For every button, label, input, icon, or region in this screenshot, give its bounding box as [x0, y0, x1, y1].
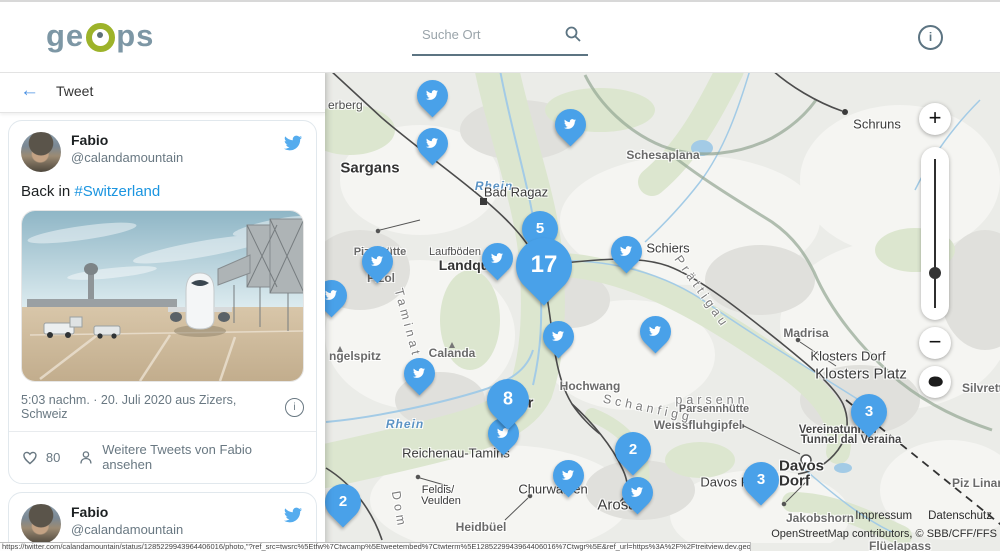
twitter-bird-icon	[425, 89, 439, 101]
map-place-label: Schruns	[853, 117, 901, 132]
zoom-out-button[interactable]: −	[919, 327, 951, 359]
search-box	[412, 16, 588, 56]
map-place-label: Bad Ragaz	[484, 185, 548, 200]
impressum-link[interactable]: Impressum	[855, 510, 912, 522]
tweet-meta: 5:03 nachm. · 20. Juli 2020 aus Zizers, …	[21, 393, 304, 421]
zoom-slider[interactable]	[921, 147, 949, 320]
avatar[interactable]	[21, 132, 61, 172]
map-place-label: Veulden	[421, 495, 461, 507]
cluster-count: 8	[503, 389, 513, 410]
tweet-info-icon[interactable]: i	[285, 398, 304, 417]
map-place-label: Rhein	[386, 417, 424, 431]
twitter-bird-icon	[370, 255, 384, 267]
twitter-bird-icon	[563, 118, 577, 130]
map-place-label: Schesaplana	[626, 148, 699, 162]
like-count[interactable]: 80	[46, 450, 60, 465]
hashtag-link[interactable]: #Switzerland	[74, 183, 160, 200]
sidebar-title: Tweet	[56, 83, 93, 99]
twitter-bird-icon	[412, 367, 426, 379]
geops-logo[interactable]: geps	[46, 18, 154, 54]
tweet-author: Fabio @calandamountain	[71, 504, 282, 537]
map-place-label: Flüelapass	[869, 539, 931, 551]
cable-car-button[interactable]	[919, 366, 951, 398]
map-place-label: ngelspitz	[329, 349, 381, 363]
tweet-sidebar: ← Tweet Fabio @calandamountain Back in #…	[0, 70, 325, 551]
info-icon[interactable]: i	[918, 25, 943, 50]
logo-text-ps: ps	[116, 18, 154, 54]
airport-photo-graphic	[22, 211, 304, 381]
map-place-label: Piz Linard	[952, 476, 1000, 490]
map-place-label: Heidbüel	[456, 520, 507, 534]
zoom-in-button[interactable]: +	[919, 103, 951, 135]
back-arrow-icon[interactable]: ←	[20, 80, 39, 102]
twitter-bird-icon	[630, 486, 644, 498]
twitter-bird-icon	[648, 325, 662, 337]
twitter-bird-icon	[551, 330, 565, 342]
map-place-label: erberg	[328, 98, 363, 112]
main-stage: erberg Sargans Rhein Bad Ragaz Schruns Schesa…	[0, 70, 1000, 551]
author-name[interactable]: Fabio	[71, 504, 282, 520]
tweet-actions: 80 Weitere Tweets von Fabio ansehen	[21, 442, 304, 472]
map-place-label: Madrisa	[783, 326, 828, 340]
avatar[interactable]	[21, 504, 61, 544]
geops-app: geps i	[0, 0, 1000, 551]
map-place-label: Weissfluhgipfel	[654, 418, 742, 432]
map-place-label: Reichenau-Tamins	[402, 446, 510, 461]
tweet-header: Fabio @calandamountain	[21, 132, 304, 172]
map-place-label: Dorf	[779, 473, 810, 490]
tweet-text: Back in #Switzerland	[21, 183, 304, 200]
map-footer-links: Impressum Datenschutz	[839, 510, 992, 522]
tweet-list: Fabio @calandamountain Back in #Switzerl…	[0, 113, 325, 551]
zoom-slider-handle[interactable]	[929, 267, 941, 279]
datenschutz-link[interactable]: Datenschutz	[928, 510, 992, 522]
map-place-label: Sargans	[340, 160, 399, 177]
logo-text-ge: ge	[46, 18, 84, 54]
cluster-count: 3	[865, 403, 873, 420]
author-handle[interactable]: @calandamountain	[71, 522, 282, 537]
twitter-bird-icon	[425, 137, 439, 149]
tweet-photo[interactable]	[21, 210, 304, 382]
map-place-label: Silvretta	[962, 381, 1000, 395]
cluster-count: 17	[531, 251, 558, 279]
twitter-bird-icon	[561, 469, 575, 481]
twitter-bird-icon	[619, 245, 633, 257]
tweet-text-plain: Back in	[21, 183, 74, 200]
person-icon	[78, 449, 94, 466]
tweet-header: Fabio @calandamountain	[21, 504, 304, 544]
app-header: geps i	[0, 0, 1000, 73]
tweet-card-1: Fabio @calandamountain Back in #Switzerl…	[8, 120, 317, 484]
cable-car-icon	[927, 375, 944, 388]
cluster-count: 3	[757, 471, 765, 488]
browser-status-bar: https://twitter.com/calandamountain/stat…	[0, 542, 751, 551]
tweet-timestamp[interactable]: 5:03 nachm. · 20. Juli 2020 aus Zizers, …	[21, 393, 285, 421]
twitter-logo-icon[interactable]	[282, 134, 304, 152]
twitter-logo-icon[interactable]	[282, 506, 304, 524]
author-name[interactable]: Fabio	[71, 132, 282, 148]
zoom-slider-track	[934, 159, 936, 308]
search-icon[interactable]	[564, 25, 582, 43]
tweet-author: Fabio @calandamountain	[71, 132, 282, 165]
sidebar-header: ← Tweet	[0, 70, 325, 113]
map-place-label: Hochwang	[560, 379, 621, 393]
twitter-bird-icon	[490, 252, 504, 264]
cluster-count: 5	[536, 220, 544, 237]
like-heart-icon[interactable]	[21, 449, 39, 466]
more-tweets-link[interactable]: Weitere Tweets von Fabio ansehen	[102, 442, 304, 472]
map-place-label: Calanda	[429, 346, 476, 360]
map-place-label: Tunnel dal Veraina	[801, 434, 902, 446]
cluster-count: 2	[629, 441, 637, 458]
search-input[interactable]	[420, 26, 564, 43]
map-place-label: Klosters Platz	[815, 366, 907, 383]
map-attribution[interactable]: OpenStreetMap contributors, © SBB/CFF/FF…	[771, 528, 997, 540]
status-url: https://twitter.com/calandamountain/stat…	[2, 542, 751, 551]
twitter-bird-icon	[324, 289, 338, 301]
map-place-label: Klosters Dorf	[810, 349, 885, 364]
tweet-divider	[9, 431, 316, 432]
cluster-count: 2	[339, 493, 347, 510]
logo-o-icon	[86, 23, 115, 52]
author-handle[interactable]: @calandamountain	[71, 150, 282, 165]
